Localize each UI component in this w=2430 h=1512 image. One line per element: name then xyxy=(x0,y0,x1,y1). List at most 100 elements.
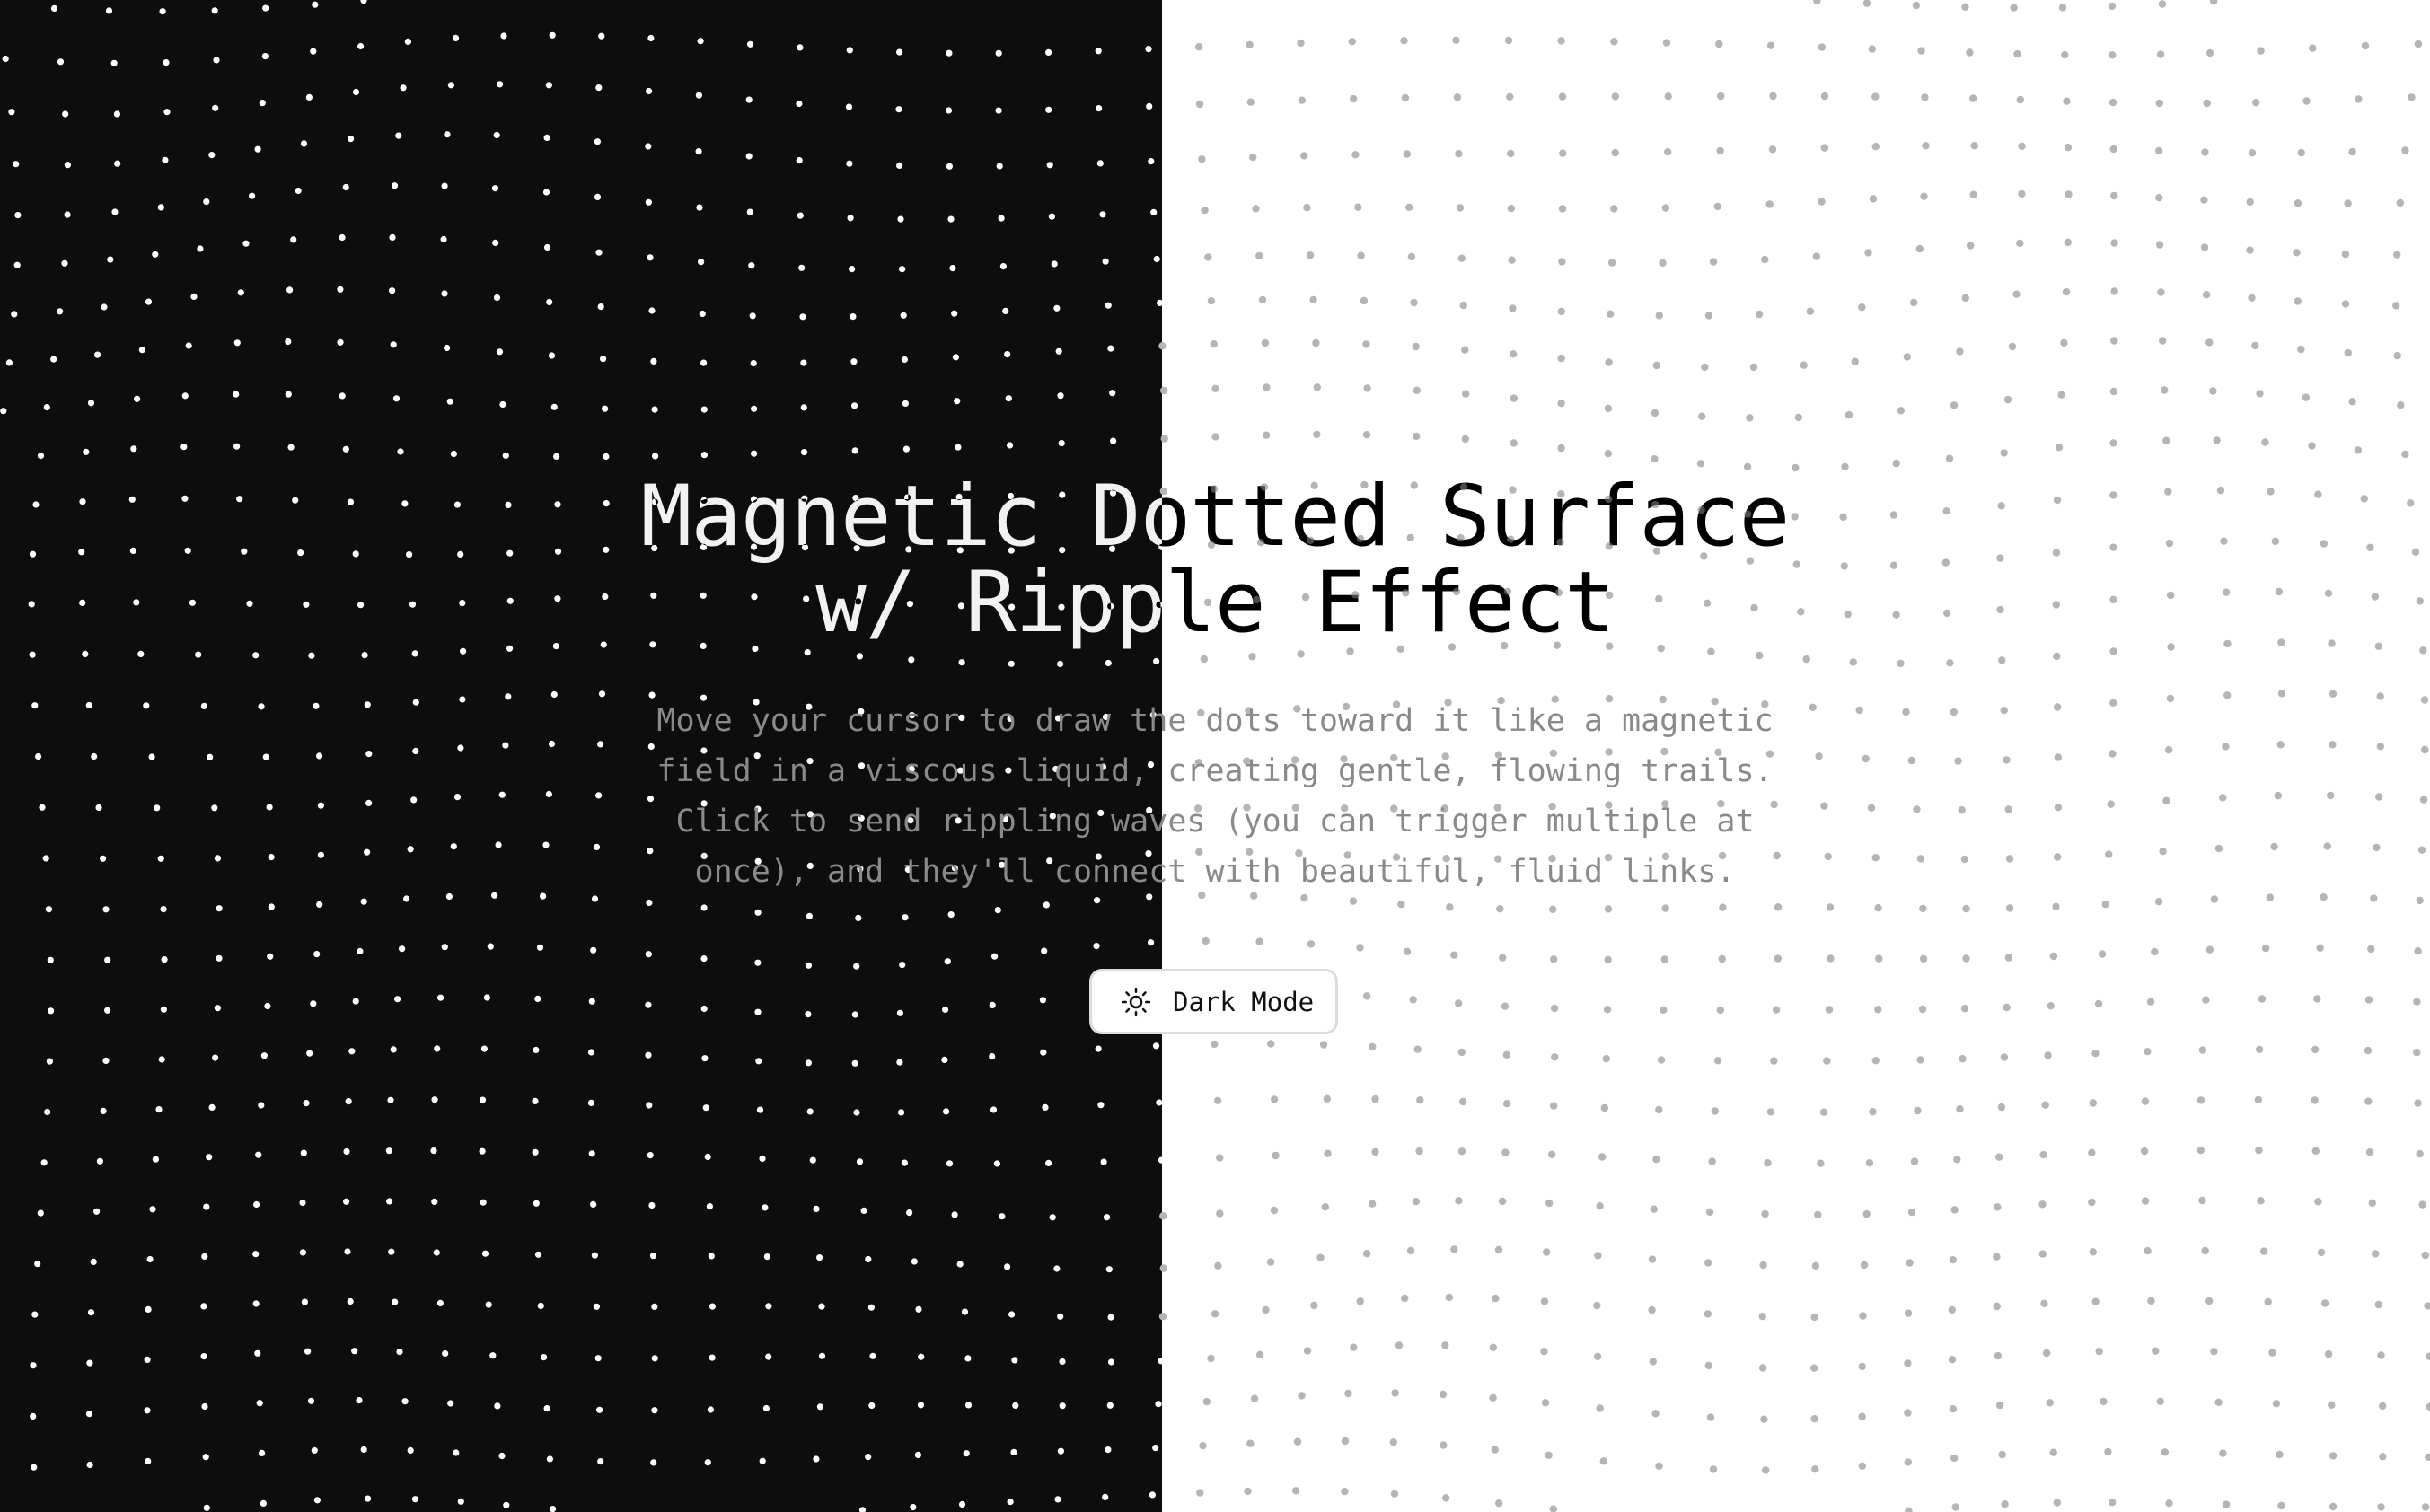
dot xyxy=(483,994,491,1001)
dot xyxy=(348,1048,356,1055)
dot xyxy=(1549,749,1558,757)
dot xyxy=(343,1198,350,1205)
dot xyxy=(1820,144,1829,152)
dot xyxy=(1145,46,1152,53)
dot xyxy=(1290,756,1299,764)
dot xyxy=(1213,1096,1222,1105)
dot xyxy=(763,1253,771,1261)
dot xyxy=(1942,507,1950,515)
dot xyxy=(1450,951,1458,959)
dot xyxy=(700,497,708,505)
dot xyxy=(1548,855,1556,863)
dot xyxy=(1362,992,1371,1000)
dot xyxy=(759,1457,766,1464)
dot xyxy=(1354,203,1362,211)
dot xyxy=(110,59,118,66)
dot xyxy=(1297,39,1305,48)
dot xyxy=(994,907,1001,914)
dot xyxy=(211,804,218,812)
dot xyxy=(453,1449,460,1456)
dot xyxy=(1413,432,1421,441)
dot xyxy=(1551,695,1559,703)
dot xyxy=(2419,646,2427,655)
dot xyxy=(2104,1447,2112,1456)
dot xyxy=(1040,1049,1047,1056)
dot xyxy=(5,359,13,366)
dot xyxy=(2044,1051,2052,1059)
dot xyxy=(1869,1108,1877,1116)
dot xyxy=(1207,297,1216,305)
dot xyxy=(993,1160,1000,1167)
dot xyxy=(2268,1349,2276,1357)
dot xyxy=(1715,40,1723,48)
dot xyxy=(1146,806,1153,814)
dot xyxy=(1323,1094,1332,1103)
dot xyxy=(1889,561,1898,569)
dot xyxy=(1011,1357,1018,1364)
dot xyxy=(750,360,757,367)
dot xyxy=(1550,1004,1559,1013)
dot xyxy=(299,1199,306,1207)
dot xyxy=(1650,1205,1659,1213)
dot xyxy=(700,694,708,701)
dot xyxy=(11,311,18,318)
dot xyxy=(593,1303,601,1310)
dot xyxy=(1660,1006,1668,1015)
dot xyxy=(800,449,808,456)
dot xyxy=(858,762,866,769)
dot xyxy=(2419,796,2428,804)
dot xyxy=(1459,483,1468,491)
dot xyxy=(144,1356,151,1363)
dot xyxy=(1766,41,1775,49)
dot xyxy=(1817,1159,1825,1167)
dot xyxy=(995,49,1002,57)
dot xyxy=(489,1352,497,1359)
dot xyxy=(2162,796,2170,804)
magnetic-dot-canvas[interactable]: Magnetic Dotted Surface w/ Ripple Effect… xyxy=(0,0,2430,1512)
dot xyxy=(1543,1248,1551,1256)
dot xyxy=(79,599,86,607)
dot xyxy=(2062,287,2071,296)
dot xyxy=(2396,198,2404,207)
dot xyxy=(2158,0,2167,8)
dot xyxy=(896,1009,904,1016)
dot xyxy=(915,1305,922,1313)
dot xyxy=(259,1449,266,1456)
dot xyxy=(2197,1096,2205,1104)
dot xyxy=(1662,39,1671,47)
dot xyxy=(181,495,189,502)
dot xyxy=(1540,1348,1548,1356)
dot xyxy=(1298,96,1307,104)
dot xyxy=(2274,792,2282,800)
dot xyxy=(2355,95,2363,103)
dot xyxy=(1557,490,1565,498)
dot xyxy=(806,703,813,710)
dot xyxy=(1718,954,1726,963)
dark-mode-toggle-button[interactable]: Dark Mode xyxy=(1089,969,1338,1034)
dot xyxy=(2000,1053,2009,1061)
dot xyxy=(1709,258,1718,266)
dot xyxy=(1158,543,1166,550)
dot xyxy=(268,854,275,861)
dot xyxy=(28,601,35,608)
dot xyxy=(755,1058,762,1065)
dot xyxy=(1606,642,1614,650)
dot xyxy=(401,500,409,507)
dot xyxy=(2257,47,2265,55)
dot xyxy=(506,645,514,652)
dot xyxy=(550,690,558,699)
dot xyxy=(1300,152,1308,160)
dot xyxy=(957,767,964,774)
dot xyxy=(308,652,315,659)
dot xyxy=(437,994,445,1001)
dot xyxy=(1107,1314,1114,1321)
dot xyxy=(750,543,758,550)
dot xyxy=(430,1147,437,1155)
dot xyxy=(1541,1399,1550,1407)
dot xyxy=(213,57,220,64)
dot xyxy=(104,956,111,963)
dot xyxy=(532,1097,539,1104)
dot xyxy=(287,444,295,451)
dot xyxy=(2109,98,2117,107)
dot xyxy=(2088,1148,2096,1157)
